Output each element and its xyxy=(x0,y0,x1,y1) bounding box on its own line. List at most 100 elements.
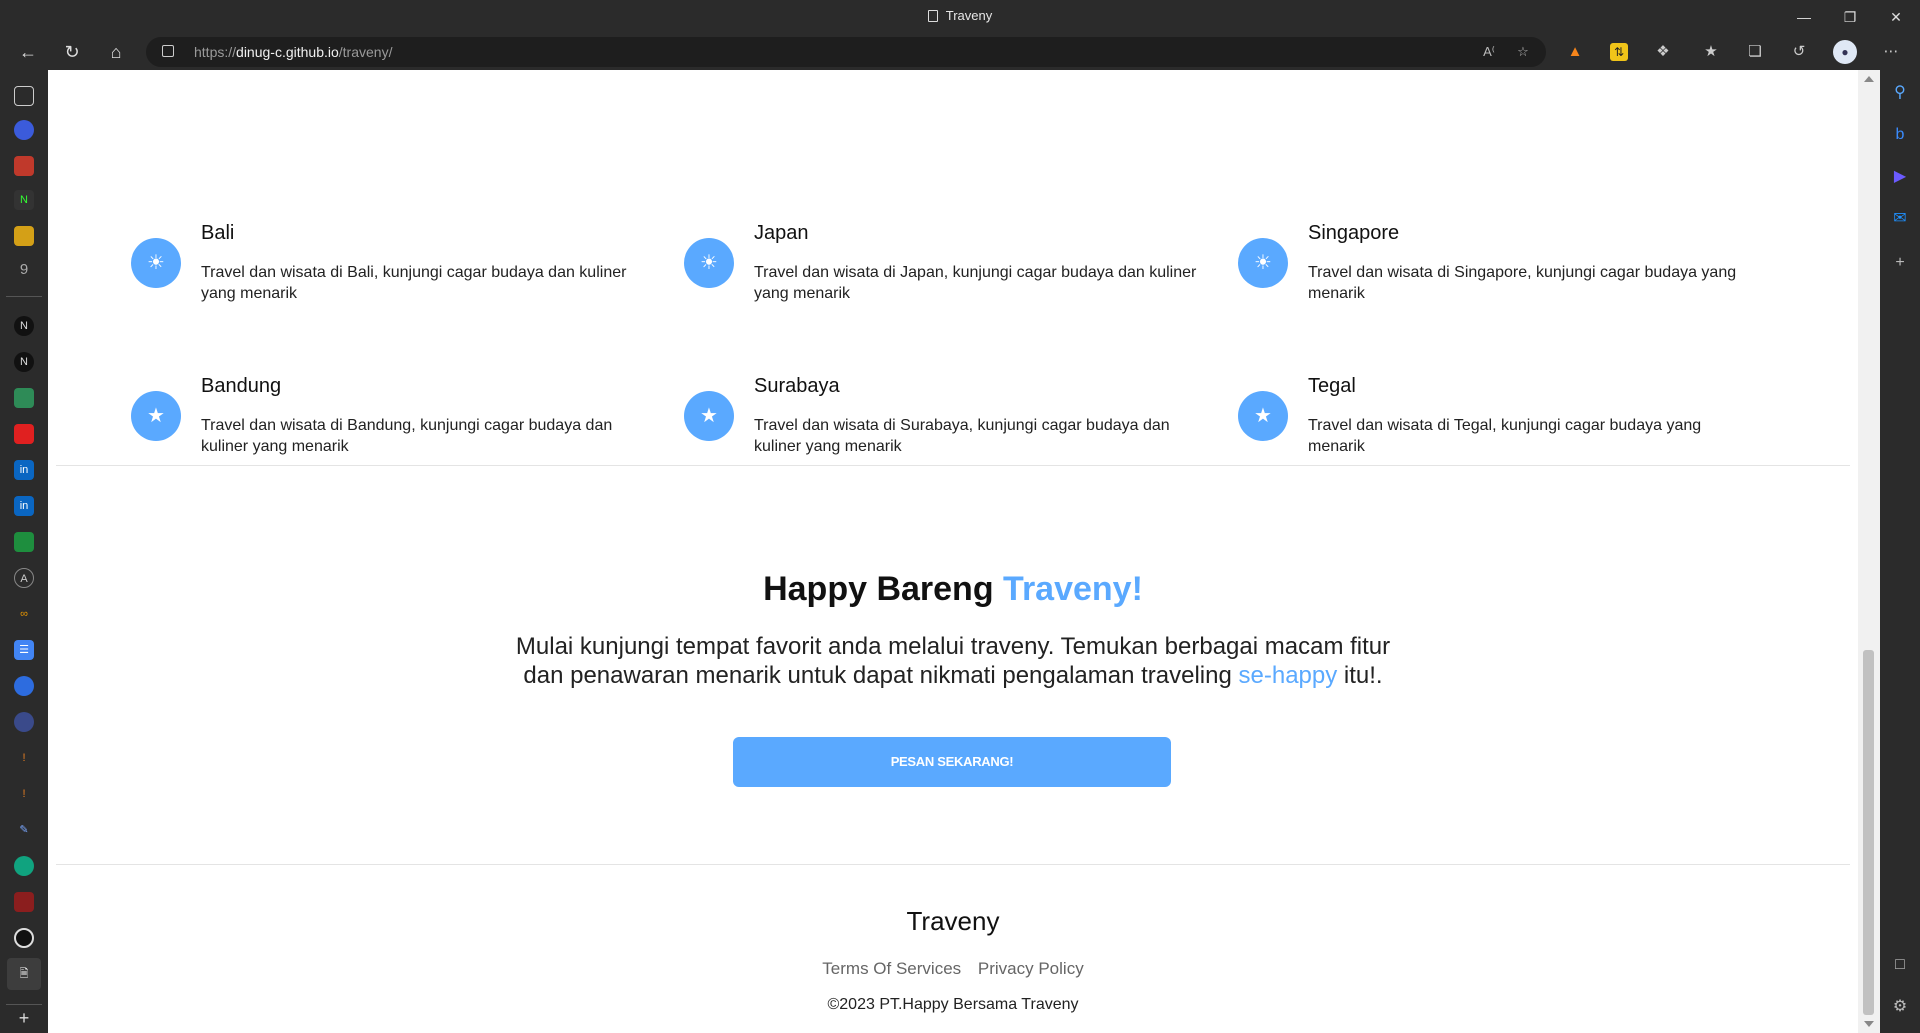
collections-icon[interactable]: ❏ xyxy=(1744,41,1766,63)
footer-brand: Traveny xyxy=(906,906,1000,936)
restore-button[interactable]: ❐ xyxy=(1832,6,1868,28)
tab-favicon-15[interactable]: ☰ xyxy=(14,640,34,660)
tab-favicon-4[interactable] xyxy=(14,226,34,246)
tab-favicon-6[interactable]: N xyxy=(14,316,34,336)
tab-favicon-5[interactable]: 9 xyxy=(14,260,34,280)
destination-card[interactable]: ☀ Singapore Travel dan wisata di Singapo… xyxy=(1238,222,1736,332)
destination-description: Travel dan wisata di Tegal, kunjungi cag… xyxy=(1308,417,1702,455)
destination-name: Japan xyxy=(754,222,809,244)
tab-actions-icon[interactable] xyxy=(14,86,34,106)
tab-favicon-18[interactable]: ! xyxy=(14,748,34,768)
sidebar-search-icon[interactable]: ⚲ xyxy=(1889,82,1911,104)
destination-name: Singapore xyxy=(1308,222,1400,244)
destination-description: Travel dan wisata di Bandung, kunjungi c… xyxy=(201,417,613,455)
url-host: dinug-c.github.io xyxy=(236,44,339,60)
read-aloud-icon[interactable]: A⁽ xyxy=(1478,42,1500,62)
cta-text-accent: se-happy xyxy=(1238,662,1338,689)
tab-favicon-2[interactable] xyxy=(14,156,34,176)
scrollbar-thumb[interactable] xyxy=(1863,650,1874,1015)
tab-favicon-16[interactable] xyxy=(14,676,34,696)
extensions-puzzle-icon[interactable]: ❖ xyxy=(1652,41,1674,63)
tab-favicon-22[interactable] xyxy=(14,892,34,912)
favorites-icon[interactable]: ★ xyxy=(1700,41,1722,63)
tab-favicon-17[interactable] xyxy=(14,712,34,732)
scroll-up-arrow-icon[interactable] xyxy=(1864,76,1874,82)
terms-of-services-link[interactable]: Terms Of Services xyxy=(822,959,961,978)
browser-toolbar: ← ↻ ⌂ https://dinug-c.github.io/traveny/… xyxy=(0,34,1920,70)
destination-description: Travel dan wisata di Singapore, kunjungi… xyxy=(1308,264,1737,302)
vertical-tab-strip: N 9 N N in in A ∞ ☰ ! ! ✎ 🗎 + xyxy=(0,70,48,1033)
tab-favicon-12[interactable] xyxy=(14,532,34,552)
tab-favicon-8[interactable] xyxy=(14,388,34,408)
tab-favicon-14[interactable]: ∞ xyxy=(14,604,34,624)
cta-description: Mulai kunjungi tempat favorit anda melal… xyxy=(503,632,1403,690)
document-icon xyxy=(927,10,938,22)
bolt-extension-icon[interactable]: ⇅ xyxy=(1610,43,1628,61)
address-bar[interactable]: https://dinug-c.github.io/traveny/ A⁽ ☆ xyxy=(146,37,1546,67)
close-button[interactable]: ✕ xyxy=(1878,6,1914,28)
lock-icon xyxy=(162,45,174,57)
url-path: /traveny/ xyxy=(338,44,393,60)
history-icon[interactable]: ↺ xyxy=(1788,41,1810,63)
sidebar-settings-icon[interactable]: ⚙ xyxy=(1889,996,1911,1018)
footer-links: Terms Of Services Privacy Policy xyxy=(48,959,1858,979)
tab-favicon-20[interactable]: ✎ xyxy=(14,820,34,840)
scroll-down-arrow-icon[interactable] xyxy=(1864,1021,1874,1027)
footer-divider xyxy=(56,864,1850,865)
outlook-icon[interactable]: ✉ xyxy=(1889,208,1911,230)
page-viewport: ☀ Bali Travel dan wisata di Bali, kunjun… xyxy=(48,70,1858,1033)
destination-name: Bali xyxy=(201,222,235,244)
destination-name: Bandung xyxy=(201,375,282,397)
cta-text-end: itu!. xyxy=(1337,662,1383,689)
bing-copilot-icon[interactable]: b xyxy=(1889,124,1911,146)
cta-title-accent: Traveny! xyxy=(1003,570,1143,608)
lightbulb-icon: ☀ xyxy=(131,238,181,288)
add-favorite-icon[interactable]: ☆ xyxy=(1512,42,1534,62)
active-tab-document-icon[interactable]: 🗎 xyxy=(7,958,41,990)
refresh-button[interactable]: ↻ xyxy=(56,38,88,66)
sidebar-add-icon[interactable]: + xyxy=(1889,252,1911,274)
destination-card[interactable]: ☀ Bali Travel dan wisata di Bali, kunjun… xyxy=(131,222,626,332)
destination-name: Tegal xyxy=(1308,375,1356,397)
destination-card[interactable]: ★ Surabaya Travel dan wisata di Surabaya… xyxy=(684,375,1170,485)
cta-title-main: Happy Bareng xyxy=(763,570,1004,608)
url-text[interactable]: https://dinug-c.github.io/traveny/ xyxy=(194,44,392,60)
home-button[interactable]: ⌂ xyxy=(100,38,132,66)
profile-avatar[interactable]: ● xyxy=(1833,40,1857,64)
tab-favicon-19[interactable]: ! xyxy=(14,784,34,804)
back-button[interactable]: ← xyxy=(12,38,44,66)
star-icon: ★ xyxy=(1238,391,1288,441)
star-icon: ★ xyxy=(684,391,734,441)
tab-favicon-23[interactable] xyxy=(14,928,34,948)
copyright-text: ©2023 PT.Happy Bersama Traveny xyxy=(827,996,1079,1013)
lightbulb-icon: ☀ xyxy=(1238,238,1288,288)
destination-name: Surabaya xyxy=(754,375,840,397)
destination-description: Travel dan wisata di Japan, kunjungi cag… xyxy=(754,264,1197,302)
tab-favicon-7[interactable]: N xyxy=(14,352,34,372)
privacy-policy-link[interactable]: Privacy Policy xyxy=(978,959,1084,978)
tab-favicon-3[interactable]: N xyxy=(14,190,34,210)
destination-card[interactable]: ★ Tegal Travel dan wisata di Tegal, kunj… xyxy=(1238,375,1708,485)
tab-favicon-11[interactable]: in xyxy=(14,496,34,516)
sidebar-collapse-icon[interactable]: □ xyxy=(1889,954,1911,976)
lightbulb-icon: ☀ xyxy=(684,238,734,288)
url-prefix: https:// xyxy=(194,44,237,60)
destination-description: Travel dan wisata di Bali, kunjungi caga… xyxy=(201,264,627,302)
metamask-extension-icon[interactable]: ▲ xyxy=(1564,41,1586,63)
tab-favicon-9[interactable] xyxy=(14,424,34,444)
minimize-button[interactable]: — xyxy=(1786,6,1822,28)
more-menu-icon[interactable]: ⋯ xyxy=(1880,41,1902,63)
page-scrollbar[interactable] xyxy=(1858,70,1880,1033)
new-tab-plus-icon[interactable]: + xyxy=(14,1008,34,1028)
tab-divider-bottom xyxy=(6,1004,42,1005)
destination-card[interactable]: ★ Bandung Travel dan wisata di Bandung, … xyxy=(131,375,612,485)
cta-title: Happy Bareng Traveny! xyxy=(48,570,1858,609)
tab-favicon-21[interactable] xyxy=(14,856,34,876)
order-now-button[interactable]: PESAN SEKARANG! xyxy=(733,737,1171,787)
destination-card[interactable]: ☀ Japan Travel dan wisata di Japan, kunj… xyxy=(684,222,1196,332)
tab-favicon-10[interactable]: in xyxy=(14,460,34,480)
tab-divider xyxy=(6,296,42,297)
tab-favicon-13[interactable]: A xyxy=(14,568,34,588)
tab-favicon-1[interactable] xyxy=(14,120,34,140)
games-icon[interactable]: ▶ xyxy=(1889,166,1911,188)
